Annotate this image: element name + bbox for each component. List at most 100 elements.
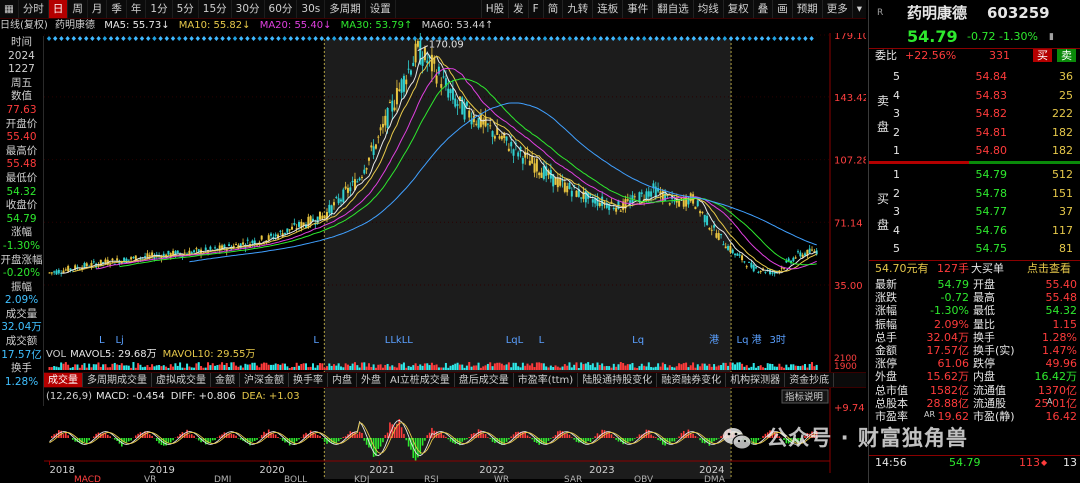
event-diamond[interactable]	[778, 36, 783, 41]
period-tab-8[interactable]: 15分	[199, 0, 232, 18]
indicator-tab-12[interactable]: 融资融券变化	[657, 373, 727, 387]
event-diamond[interactable]	[77, 36, 83, 41]
indicator-tab-13[interactable]: 机构探测器	[726, 373, 786, 387]
event-diamond[interactable]	[127, 36, 132, 41]
event-diamond[interactable]	[276, 36, 281, 41]
event-diamond[interactable]	[208, 36, 213, 41]
period-tab-2[interactable]: 周	[68, 0, 88, 18]
event-diamond[interactable]	[46, 36, 52, 41]
event-diamond[interactable]	[195, 36, 200, 41]
event-diamond[interactable]	[183, 36, 188, 41]
event-diamond[interactable]	[307, 36, 312, 41]
event-diamond[interactable]	[53, 36, 58, 41]
event-diamond[interactable]	[108, 36, 114, 41]
indicator-tab-9[interactable]: 盘后成交量	[455, 373, 514, 387]
event-diamond[interactable]	[115, 36, 120, 41]
bottom-indicator-4[interactable]: BOLL	[284, 475, 307, 483]
toolbar-right-btn-3[interactable]: 简	[542, 0, 563, 18]
event-mark-8[interactable]: Lq 港	[737, 334, 762, 346]
event-diamond[interactable]	[96, 36, 101, 41]
indicator-tab-5[interactable]: 换手率	[289, 373, 328, 387]
event-diamond[interactable]	[152, 36, 157, 41]
bottom-indicator-1[interactable]: MACD	[74, 475, 101, 483]
event-diamond[interactable]	[139, 36, 145, 41]
period-tab-13[interactable]: 设置	[366, 0, 396, 18]
event-mark-4[interactable]: LqL	[506, 335, 524, 346]
event-diamond[interactable]	[809, 36, 814, 41]
toolbar-right-btn-7[interactable]: 翻自选	[652, 0, 693, 18]
event-diamond[interactable]	[313, 36, 318, 41]
event-diamond[interactable]	[735, 36, 740, 41]
bottom-indicator-9[interactable]: OBV	[634, 475, 654, 483]
period-tab-4[interactable]: 季	[107, 0, 127, 18]
indicator-tab-4[interactable]: 沪深金额	[240, 373, 289, 387]
event-diamond[interactable]	[239, 36, 244, 41]
event-diamond[interactable]	[759, 36, 765, 41]
toolbar-right-btn-1[interactable]: 发	[508, 0, 528, 18]
event-diamond[interactable]	[201, 36, 207, 41]
indicator-tab-6[interactable]: 内盘	[328, 373, 357, 387]
event-diamond[interactable]	[319, 36, 324, 41]
event-diamond[interactable]	[65, 36, 70, 41]
indicator-tab-11[interactable]: 陆股通持股变化	[578, 373, 658, 387]
event-diamond[interactable]	[741, 36, 746, 41]
grid-icon[interactable]: ▦	[0, 0, 19, 18]
event-diamond[interactable]	[232, 36, 238, 41]
event-diamond[interactable]	[226, 36, 231, 41]
event-diamond[interactable]	[766, 36, 771, 41]
event-diamond[interactable]	[71, 36, 76, 41]
event-mark-7[interactable]: 港	[709, 334, 719, 346]
event-diamond[interactable]	[797, 36, 802, 41]
period-tab-1[interactable]: 日	[48, 0, 69, 18]
event-diamond[interactable]	[146, 36, 151, 41]
period-tab-9[interactable]: 30分	[232, 0, 265, 18]
indicator-tab-10[interactable]: 市盈率(ttm)	[514, 373, 579, 387]
period-tab-11[interactable]: 30s	[297, 0, 326, 18]
event-diamond[interactable]	[133, 36, 138, 41]
indicator-tab-1[interactable]: 多周期成交量	[83, 373, 152, 387]
toolbar-right-btn-0[interactable]: H股	[480, 0, 508, 18]
event-diamond[interactable]	[270, 36, 275, 41]
period-tab-7[interactable]: 5分	[173, 0, 199, 18]
event-diamond[interactable]	[158, 36, 163, 41]
event-diamond[interactable]	[245, 36, 250, 41]
event-diamond[interactable]	[164, 36, 169, 41]
indicator-tab-3[interactable]: 金额	[211, 373, 240, 387]
toolbar-right-btn-2[interactable]: F	[527, 0, 543, 18]
toolbar-right-btn-5[interactable]: 连板	[592, 0, 622, 18]
event-diamond[interactable]	[790, 36, 796, 41]
event-diamond[interactable]	[784, 36, 789, 41]
toolbar-right-btn-8[interactable]: 均线	[692, 0, 723, 18]
event-mark-6[interactable]: Lq	[632, 335, 644, 346]
event-diamond[interactable]	[803, 36, 808, 41]
event-diamond[interactable]	[90, 36, 95, 41]
event-diamond[interactable]	[288, 36, 293, 41]
indicator-help-button[interactable]: 指标说明	[781, 389, 829, 404]
toolbar-right-btn-9[interactable]: 复权	[722, 0, 753, 18]
toolbar-right-btn-4[interactable]: 九转	[562, 0, 592, 18]
event-mark-9[interactable]: 3时	[770, 334, 786, 346]
event-diamond[interactable]	[753, 36, 758, 41]
period-tab-12[interactable]: 多周期	[325, 0, 366, 18]
indicator-tab-2[interactable]: 虚拟成交量	[152, 373, 211, 387]
event-diamond[interactable]	[177, 36, 182, 41]
event-mark-0[interactable]: L	[99, 335, 105, 346]
toolbar-right-btn-10[interactable]: 叠	[752, 0, 773, 18]
kline-chart[interactable]: 179.10143.42107.2871.1435.00170.09L Lj L LL…	[44, 33, 866, 483]
period-tab-5[interactable]: 年	[127, 0, 147, 18]
bottom-indicator-3[interactable]: DMI	[214, 475, 231, 483]
event-diamond[interactable]	[294, 36, 300, 41]
event-diamond[interactable]	[772, 36, 777, 41]
event-diamond[interactable]	[220, 36, 225, 41]
bottom-indicator-6[interactable]: RSI	[424, 475, 439, 483]
dropdown-icon[interactable]: ▾	[851, 0, 866, 18]
sell-button[interactable]: 卖	[1057, 49, 1076, 62]
bottom-indicator-7[interactable]: WR	[494, 475, 509, 483]
event-diamond[interactable]	[102, 36, 107, 41]
event-diamond[interactable]	[214, 36, 219, 41]
period-tab-0[interactable]: 分时	[19, 0, 49, 18]
indicator-tab-0[interactable]: 成交量	[44, 373, 83, 387]
indicator-tab-14[interactable]: 资金抄底	[785, 373, 835, 387]
toolbar-right-btn-12[interactable]: 预期	[791, 0, 822, 18]
help-button-label[interactable]: 指标说明	[785, 391, 823, 403]
